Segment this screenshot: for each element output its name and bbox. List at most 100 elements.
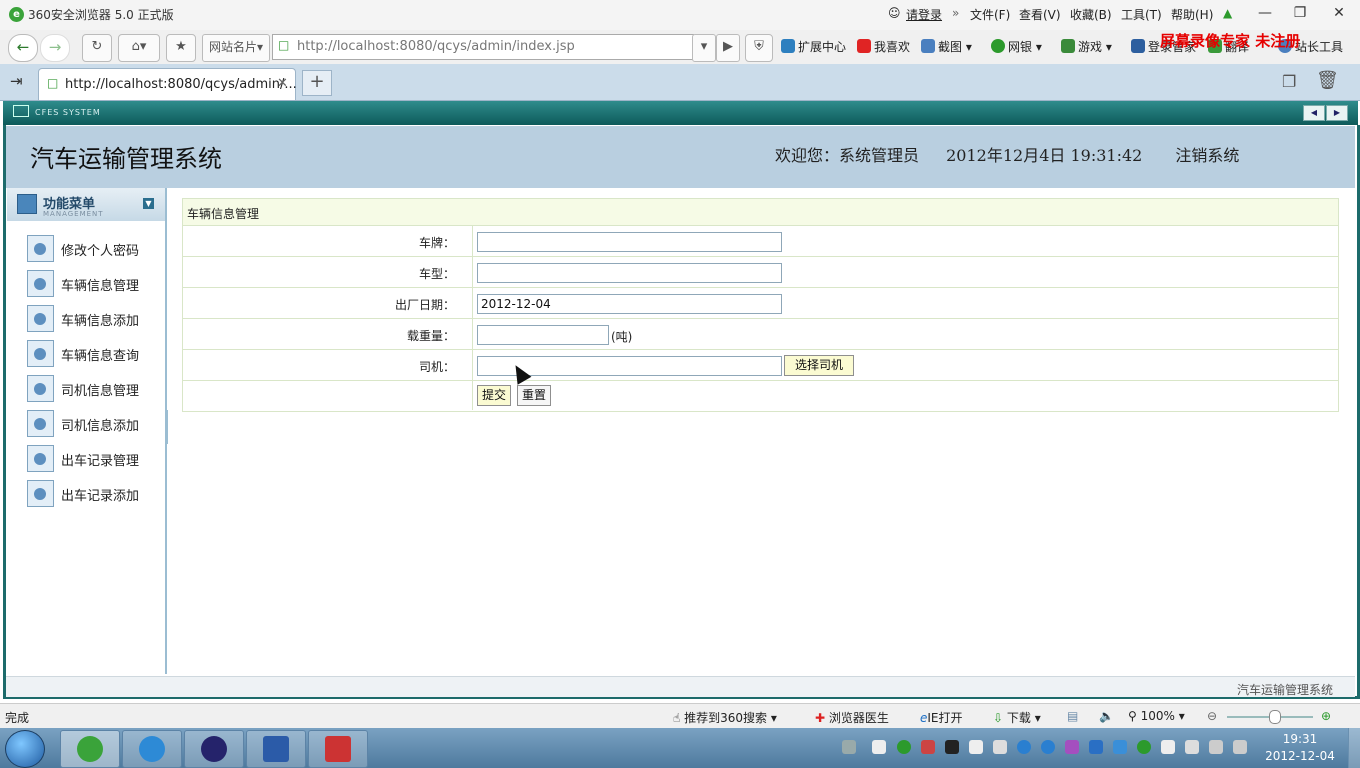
favorites-button[interactable]: 我喜欢 xyxy=(857,38,910,55)
network-tray-icon[interactable] xyxy=(1233,740,1247,754)
page-strip: CFES SYSTEM ◀ ▶ xyxy=(3,101,1358,125)
choose-driver-button[interactable]: 选择司机 xyxy=(784,355,854,376)
vehicle-form: 车辆信息管理 车牌： 车型： 出厂日期： 2012-12-04 载重量： (吨)… xyxy=(182,198,1339,412)
volume-icon[interactable]: 🔈 xyxy=(1099,709,1114,723)
strip-right-arrow[interactable]: ▶ xyxy=(1326,105,1348,121)
bank-button[interactable]: 网银 ▾ xyxy=(991,38,1042,55)
browser-doctor-button[interactable]: ✚ 浏览器医生 xyxy=(815,709,889,726)
screenshot-button[interactable]: 截图 ▾ xyxy=(921,38,972,55)
keyboard-tray-icon[interactable] xyxy=(842,740,856,754)
sidebar-item-vehicle-manage[interactable]: 车辆信息管理 xyxy=(27,270,157,297)
minimize-button[interactable]: — xyxy=(1248,2,1282,26)
refresh-tray-icon[interactable] xyxy=(1137,740,1151,754)
taskbar-ie[interactable] xyxy=(122,730,182,768)
plate-label: 车牌： xyxy=(418,236,455,250)
title-bar: e 360安全浏览器 5.0 正式版 ☺ 请登录 » 文件(F) 查看(V) 收… xyxy=(0,0,1360,30)
forward-button[interactable]: → xyxy=(40,34,70,62)
sidebar-toggle-icon[interactable]: ⇥ xyxy=(10,72,23,90)
sidebar-item-trip-manage[interactable]: 出车记录管理 xyxy=(27,445,157,472)
zoom-in-icon[interactable]: ⊕ xyxy=(1321,709,1331,723)
sidebar-item-driver-add[interactable]: 司机信息添加 xyxy=(27,410,157,437)
submit-button[interactable]: 提交 xyxy=(477,385,511,406)
menu-file[interactable]: 文件(F) xyxy=(970,6,1010,23)
login-link[interactable]: 请登录 xyxy=(906,6,942,23)
favorites-label: 我喜欢 xyxy=(874,40,911,54)
form-row-date: 出厂日期： 2012-12-04 xyxy=(183,288,1338,319)
shield-tray-icon[interactable] xyxy=(1113,740,1127,754)
splitter-handle[interactable] xyxy=(165,410,168,444)
menu-tools[interactable]: 工具(T) xyxy=(1121,6,1162,23)
footer-text: 汽车运输管理系统 xyxy=(1236,683,1333,697)
menu-view[interactable]: 查看(V) xyxy=(1019,6,1061,23)
flag-icon[interactable] xyxy=(1161,740,1175,754)
close-tab-icon[interactable]: ✕ xyxy=(277,76,288,91)
sidebar-item-trip-add[interactable]: 出车记录添加 xyxy=(27,480,157,507)
zoom-control[interactable]: ⚲ 100% ▾ xyxy=(1128,709,1185,723)
skin-icon[interactable]: ▲ xyxy=(1223,6,1232,20)
window-mode-icon[interactable]: ▤ xyxy=(1067,709,1078,723)
taskbar-toolbox[interactable] xyxy=(308,730,368,768)
collapse-icon[interactable]: ▼ xyxy=(143,198,154,209)
zoom-slider-knob[interactable] xyxy=(1269,710,1281,724)
tray-icon[interactable] xyxy=(921,740,935,754)
shield-icon[interactable]: ⛨ xyxy=(745,34,773,62)
sidebar-item-vehicle-query[interactable]: 车辆信息查询 xyxy=(27,340,157,367)
sidebar-item-driver-manage[interactable]: 司机信息管理 xyxy=(27,375,157,402)
recommend-360-button[interactable]: ☝ 推荐到360搜索 ▾ xyxy=(673,709,777,726)
site-card-button[interactable]: 网站名片▾ xyxy=(202,34,270,62)
games-button[interactable]: 游戏 ▾ xyxy=(1061,38,1112,55)
tray-icon[interactable] xyxy=(993,740,1007,754)
load-input[interactable] xyxy=(477,325,609,345)
cell-divider xyxy=(472,226,473,256)
volume-tray-icon[interactable] xyxy=(1209,740,1223,754)
user-card-icon xyxy=(27,410,54,437)
model-input[interactable] xyxy=(477,263,782,283)
trash-icon[interactable]: 🗑 xyxy=(1316,70,1339,91)
user-icon[interactable]: ☺ xyxy=(888,6,901,20)
strip-left-arrow[interactable]: ◀ xyxy=(1303,105,1325,121)
tray-icon[interactable] xyxy=(1017,740,1031,754)
taskbar-eclipse[interactable] xyxy=(184,730,244,768)
address-text[interactable]: http://localhost:8080/qcys/admin/index.j… xyxy=(297,39,575,54)
tray-icon[interactable] xyxy=(1065,740,1079,754)
tray-icon[interactable] xyxy=(1041,740,1055,754)
eclipse-icon xyxy=(201,736,227,762)
device-tray-icon[interactable] xyxy=(1185,740,1199,754)
close-window-button[interactable]: ✕ xyxy=(1322,2,1356,26)
menu-help[interactable]: 帮助(H) xyxy=(1171,6,1213,23)
menu-favorites[interactable]: 收藏(B) xyxy=(1070,6,1112,23)
tray-icon[interactable] xyxy=(969,740,983,754)
back-button[interactable]: ← xyxy=(8,34,38,62)
address-bar[interactable]: □ http://localhost:8080/qcys/admin/index… xyxy=(272,34,694,60)
address-dropdown-button[interactable]: ▾ xyxy=(692,34,716,62)
restore-button[interactable]: ❐ xyxy=(1283,2,1317,26)
tray-icon[interactable] xyxy=(945,740,959,754)
welcome-text: 欢迎您：系统管理员 xyxy=(775,146,920,165)
home-button[interactable]: ⌂▾ xyxy=(118,34,160,62)
date-input[interactable]: 2012-12-04 xyxy=(477,294,782,314)
taskbar-word[interactable] xyxy=(246,730,306,768)
start-button[interactable] xyxy=(5,730,45,768)
extensions-button[interactable]: 扩展中心 xyxy=(781,38,846,55)
plate-input[interactable] xyxy=(477,232,782,252)
tab-current[interactable]: □ http://localhost:8080/qcys/admin/... ✕ xyxy=(38,68,297,100)
show-desktop-button[interactable] xyxy=(1348,728,1360,768)
shield-tray-icon[interactable] xyxy=(1089,740,1103,754)
refresh-button[interactable]: ↻ xyxy=(82,34,112,62)
sidebar-item-vehicle-add[interactable]: 车辆信息添加 xyxy=(27,305,157,332)
logout-link[interactable]: 注销系统 xyxy=(1175,146,1239,165)
tray-icon[interactable] xyxy=(872,740,886,754)
restore-tabs-icon[interactable]: ❐ xyxy=(1282,72,1296,91)
taskbar-360-browser[interactable] xyxy=(60,730,120,768)
tray-icon[interactable] xyxy=(897,740,911,754)
zoom-out-icon[interactable]: ⊖ xyxy=(1207,709,1217,723)
download-button[interactable]: ⇩ 下载 ▾ xyxy=(993,709,1041,726)
new-tab-button[interactable]: + xyxy=(302,70,332,96)
ie-open-button[interactable]: eIE打开 xyxy=(920,709,963,726)
taskbar-clock[interactable]: 19:31 2012-12-04 xyxy=(1262,731,1338,765)
sidebar-item-change-password[interactable]: 修改个人密码 xyxy=(27,235,157,262)
reset-button[interactable]: 重置 xyxy=(517,385,551,406)
go-button[interactable]: ▶ xyxy=(716,34,740,62)
favorite-star-button[interactable]: ★ xyxy=(166,34,196,62)
word-icon xyxy=(263,736,289,762)
